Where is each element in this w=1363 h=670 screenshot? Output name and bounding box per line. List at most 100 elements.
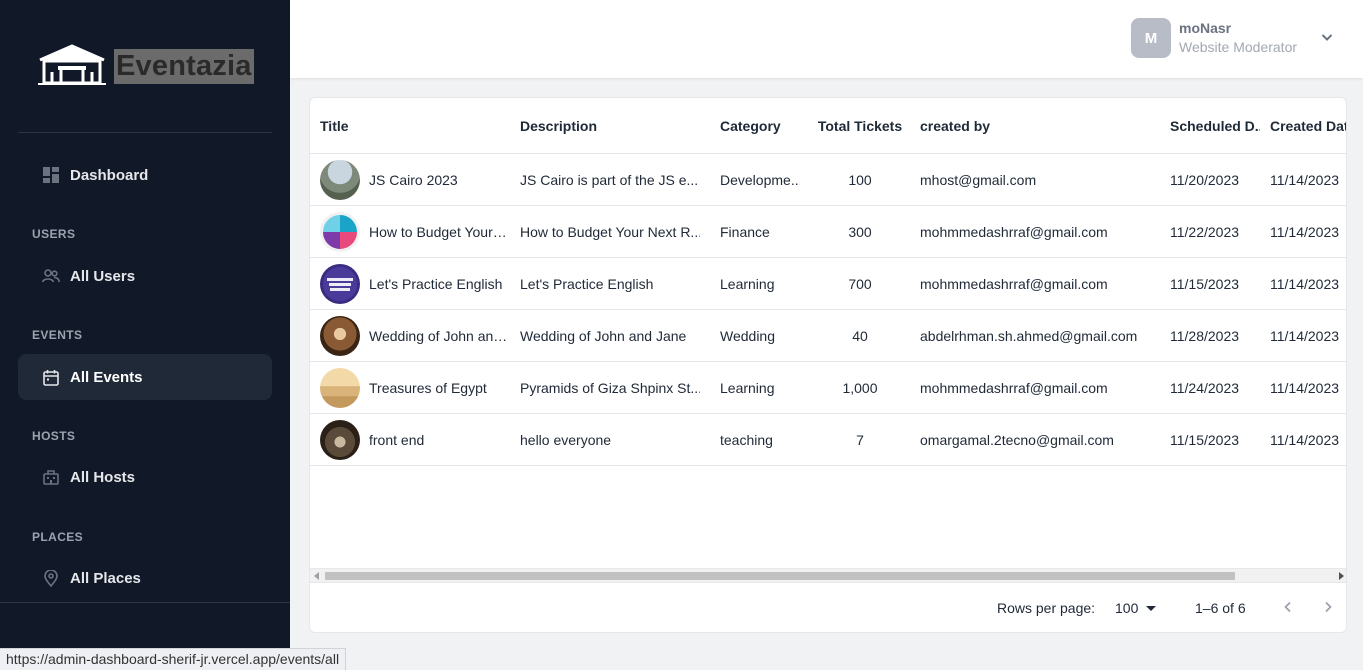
sidebar-item-label: All Hosts (70, 468, 136, 486)
sidebar-item-all-hosts[interactable]: All Hosts (18, 454, 272, 500)
chevron-down-icon[interactable] (1320, 30, 1334, 49)
column-header-scheduled-date[interactable]: Scheduled D... (1170, 98, 1260, 153)
scheduled-date-cell: 11/20/2023 (1170, 171, 1240, 188)
scheduled-date-cell: 11/15/2023 (1170, 275, 1240, 292)
creator-cell: mohmmedashrraf@gmail.com (920, 379, 1108, 396)
event-title: JS Cairo 2023 (369, 171, 458, 188)
sidebar-item-label: All Places (70, 569, 141, 587)
chevron-left-icon (1281, 600, 1295, 619)
sidebar-item-dashboard[interactable]: Dashboard (18, 152, 272, 198)
created-date-cell: 11/14/2023 (1270, 327, 1340, 344)
description-cell: Let's Practice English (520, 275, 654, 292)
event-title: How to Budget Your Ne (369, 223, 510, 240)
tickets-cell: 300 (848, 223, 872, 240)
created-date-cell: 11/14/2023 (1270, 431, 1340, 448)
logo[interactable]: Eventazia (38, 42, 254, 91)
avatar[interactable]: M (1131, 18, 1171, 58)
rows-per-page-select[interactable]: 100 (1115, 600, 1157, 616)
app-name: Eventazia (114, 49, 254, 84)
rows-per-page-value: 100 (1115, 600, 1139, 616)
table-row[interactable]: front end hello everyone teaching 7 omar… (310, 414, 1346, 466)
section-label-events: EVENTS (32, 328, 83, 342)
sidebar-item-label: All Events (70, 368, 143, 386)
scheduled-date-cell: 11/22/2023 (1170, 223, 1240, 240)
creator-cell: abdelrhman.sh.ahmed@gmail.com (920, 327, 1138, 344)
section-label-places: PLACES (32, 530, 84, 544)
column-header-description[interactable]: Description (520, 98, 700, 153)
tent-icon (38, 42, 106, 91)
category-cell: Learning (720, 275, 775, 292)
table-row[interactable]: Treasures of Egypt Pyramids of Giza Shpi… (310, 362, 1346, 414)
description-cell: JS Cairo is part of the JS e... (520, 171, 699, 188)
sidebar-item-all-places[interactable]: All Places (18, 555, 272, 601)
title-cell: Wedding of John and J (320, 310, 510, 361)
table-row[interactable]: Wedding of John and J Wedding of John an… (310, 310, 1346, 362)
chevron-right-icon (1321, 600, 1335, 619)
column-header-created-date[interactable]: Created Date (1270, 98, 1346, 153)
table-row[interactable]: How to Budget Your Ne How to Budget Your… (310, 206, 1346, 258)
description-cell: hello everyone (520, 431, 612, 448)
created-date-cell: 11/14/2023 (1270, 223, 1340, 240)
creator-cell: mhost@gmail.com (920, 171, 1037, 188)
sidebar-item-all-users[interactable]: All Users (18, 253, 272, 299)
user-name[interactable]: moNasr (1179, 20, 1231, 36)
category-cell: Finance (720, 223, 770, 240)
title-cell: JS Cairo 2023 (320, 154, 510, 205)
users-icon (42, 267, 60, 285)
top-header: M moNasr Website Moderator (290, 0, 1363, 78)
sidebar-divider (0, 602, 290, 603)
category-cell: Developme... (720, 171, 800, 188)
tickets-cell: 700 (848, 275, 872, 292)
pagination-range: 1–6 of 6 (1195, 600, 1246, 616)
category-cell: Learning (720, 379, 775, 396)
tickets-cell: 1,000 (842, 379, 878, 396)
scheduled-date-cell: 11/24/2023 (1170, 379, 1240, 396)
scrollbar-thumb[interactable] (325, 572, 1235, 580)
description-cell: How to Budget Your Next R... (520, 223, 700, 240)
title-cell: Treasures of Egypt (320, 362, 510, 413)
event-thumbnail (320, 367, 360, 408)
event-title: Let's Practice English (369, 275, 503, 292)
tickets-cell: 7 (856, 431, 864, 448)
caret-down-icon (1146, 605, 1157, 611)
column-header-category[interactable]: Category (720, 98, 800, 153)
creator-cell: mohmmedashrraf@gmail.com (920, 223, 1108, 240)
table-row[interactable]: Let's Practice English Let's Practice En… (310, 258, 1346, 310)
sidebar-item-all-events[interactable]: All Events (18, 354, 272, 400)
table-header-row: Title Description Category Total Tickets… (310, 98, 1346, 154)
events-table: Title Description Category Total Tickets… (310, 98, 1346, 568)
previous-page-button[interactable] (1276, 597, 1300, 621)
description-cell: Wedding of John and Jane (520, 327, 687, 344)
browser-status-url: https://admin-dashboard-sherif-jr.vercel… (0, 648, 347, 670)
sidebar-item-label: Dashboard (70, 166, 149, 184)
building-icon (42, 468, 60, 486)
sidebar-item-label: All Users (70, 267, 136, 285)
tickets-cell: 40 (852, 327, 868, 344)
horizontal-scrollbar[interactable] (310, 568, 1346, 582)
column-header-total-tickets[interactable]: Total Tickets (810, 98, 910, 153)
creator-cell: omargamal.2tecno@gmail.com (920, 431, 1114, 448)
category-cell: Wedding (720, 327, 776, 344)
tickets-cell: 100 (848, 171, 872, 188)
scroll-left-arrow-icon[interactable] (314, 572, 319, 580)
column-header-title[interactable]: Title (320, 98, 510, 153)
map-pin-icon (42, 569, 60, 587)
event-thumbnail (320, 159, 360, 200)
event-thumbnail (320, 315, 360, 356)
calendar-icon (42, 368, 60, 386)
rows-per-page-label: Rows per page: (997, 600, 1096, 616)
created-date-cell: 11/14/2023 (1270, 171, 1340, 188)
event-thumbnail (320, 419, 360, 460)
event-title: Wedding of John and J (369, 327, 510, 344)
next-page-button[interactable] (1316, 597, 1340, 621)
scroll-right-arrow-icon[interactable] (1339, 572, 1344, 580)
column-header-created-by[interactable]: created by (920, 98, 1160, 153)
sidebar-divider (18, 132, 272, 133)
table-row[interactable]: JS Cairo 2023 JS Cairo is part of the JS… (310, 154, 1346, 206)
created-date-cell: 11/14/2023 (1270, 379, 1340, 396)
title-cell: Let's Practice English (320, 258, 510, 309)
scheduled-date-cell: 11/15/2023 (1170, 431, 1240, 448)
title-cell: front end (320, 414, 510, 465)
title-cell: How to Budget Your Ne (320, 206, 510, 257)
description-cell: Pyramids of Giza Shpinx St... (520, 379, 700, 396)
